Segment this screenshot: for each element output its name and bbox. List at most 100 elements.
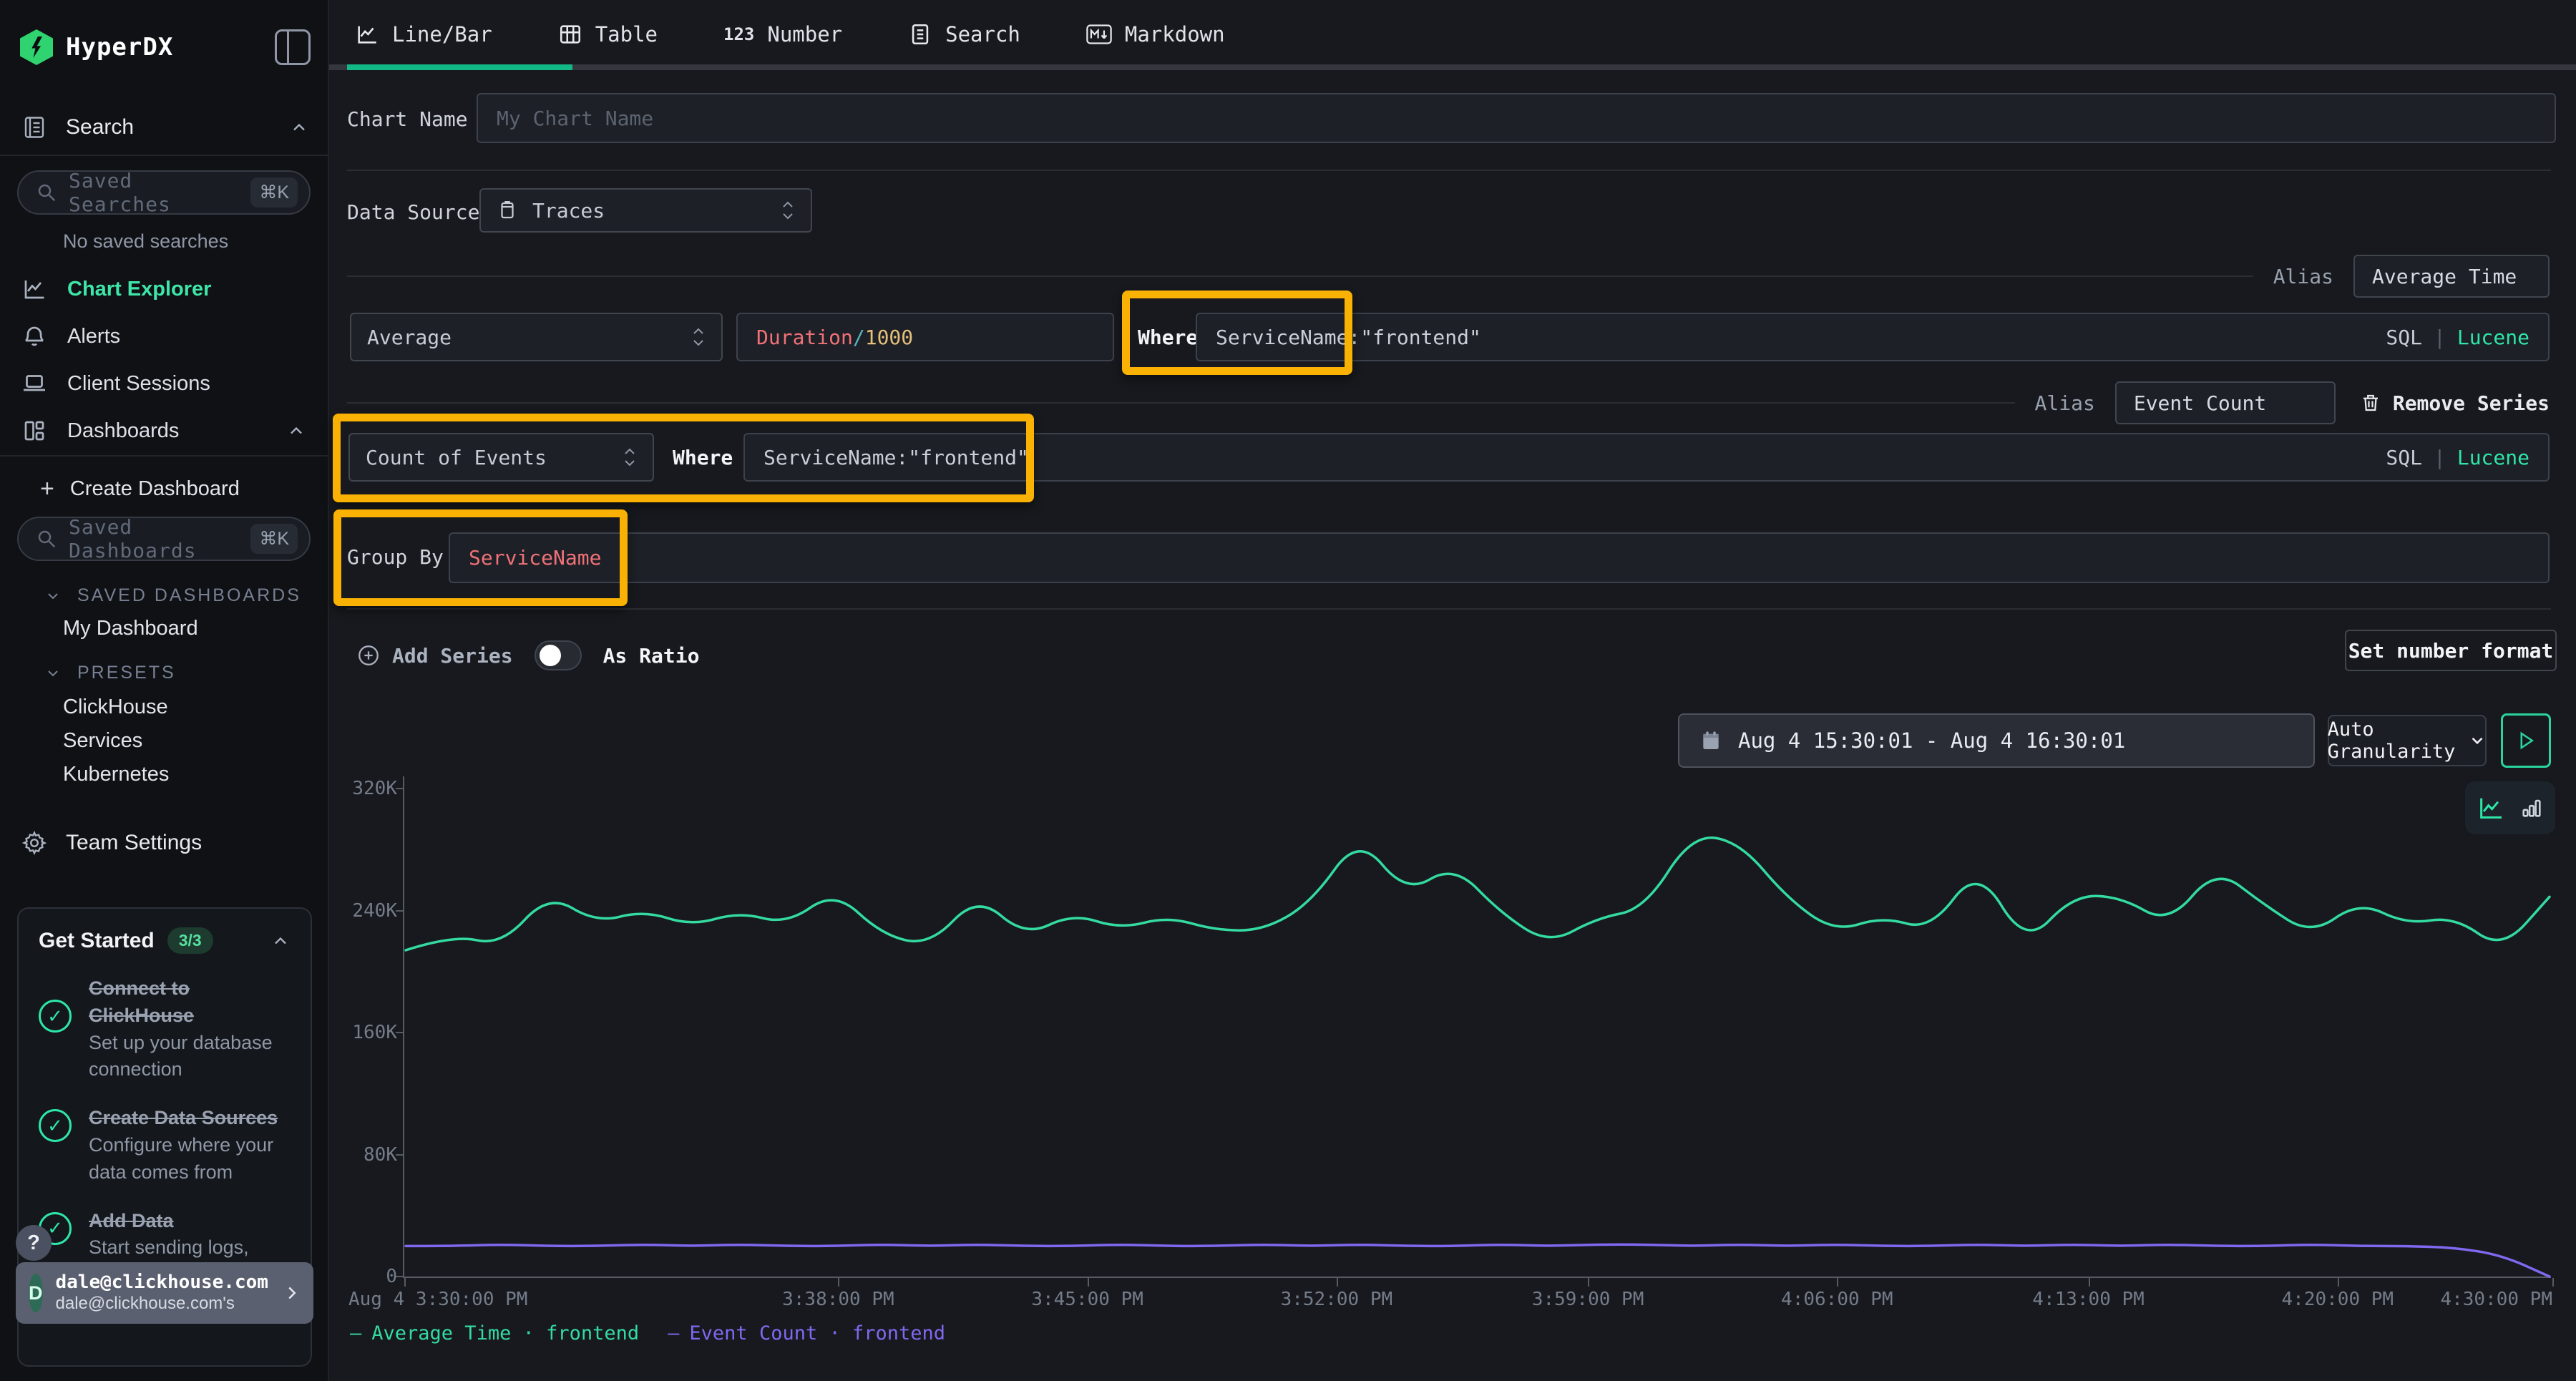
sidebar-item-dashboards[interactable]: Dashboards	[0, 408, 328, 454]
legend-label: Average Time · frontend	[371, 1322, 639, 1345]
get-started-item-sources[interactable]: ✓ Create Data Sources Configure where yo…	[39, 1105, 291, 1186]
x-axis-tick-label: 4:20:00 PM	[2282, 1289, 2394, 1310]
legend-item-0[interactable]: —Average Time · frontend	[350, 1322, 639, 1345]
chevron-up-icon[interactable]	[286, 421, 306, 441]
series1-alias-input[interactable]: Average Time	[2353, 255, 2550, 298]
shortcut-badge: ⌘K	[250, 524, 298, 554]
tab-underline-active	[347, 64, 572, 70]
divider	[0, 455, 328, 457]
calendar-icon	[1699, 729, 1722, 752]
dashboard-grid-icon	[21, 418, 47, 444]
query-language-toggle[interactable]: SQL | Lucene	[2386, 326, 2529, 349]
divider	[347, 402, 2015, 404]
create-dashboard-button[interactable]: + Create Dashboard	[40, 475, 240, 503]
x-axis-tick-label: 3:38:00 PM	[782, 1289, 894, 1310]
query-language-toggle[interactable]: SQL | Lucene	[2386, 446, 2529, 469]
lucene-option[interactable]: Lucene	[2457, 446, 2529, 469]
time-series-chart[interactable]: 080K160K240K320KAug 4 3:30:00 PM3:38:00 …	[403, 776, 2551, 1278]
remove-series-button[interactable]: Remove Series	[2360, 391, 2550, 415]
user-menu[interactable]: D dale@clickhouse.com dale@clickhouse.co…	[16, 1262, 313, 1324]
tab-markdown[interactable]: Markdown	[1086, 22, 1225, 47]
sidebar-item-alerts[interactable]: Alerts	[0, 313, 328, 359]
chevron-up-icon[interactable]	[289, 117, 309, 137]
run-query-button[interactable]	[2501, 713, 2551, 768]
x-axis-tick	[1337, 1278, 1338, 1287]
series2-alias-row: Alias Event Count Remove Series	[347, 381, 2550, 424]
saved-dashboards-input[interactable]: Saved Dashboards ⌘K	[17, 517, 311, 561]
granularity-select[interactable]: Auto Granularity	[2328, 715, 2487, 766]
series1-field-input[interactable]: Duration/1000	[736, 313, 1114, 361]
saved-dashboards-section-header[interactable]: SAVED DASHBOARDS	[44, 585, 301, 606]
divider	[347, 170, 2551, 171]
app-title: HyperDX	[66, 33, 173, 62]
chart-name-label: Chart Name	[347, 107, 468, 131]
presets-section-header[interactable]: PRESETS	[44, 663, 176, 683]
main-content: Line/Bar Table 123 Number Search Markdow…	[329, 0, 2576, 1381]
group-by-label: Group By	[347, 545, 444, 569]
markdown-icon	[1086, 24, 1112, 45]
series2-aggregation-select[interactable]: Count of Events	[348, 433, 654, 482]
search-icon	[36, 182, 57, 203]
line-chart-icon	[355, 22, 379, 47]
lucene-option[interactable]: Lucene	[2457, 326, 2529, 349]
series2-where-input[interactable]: ServiceName:"frontend" SQL | Lucene	[743, 433, 2550, 482]
select-chevrons-icon	[781, 200, 795, 220]
sidebar-item-chart-explorer[interactable]: Chart Explorer	[0, 266, 328, 312]
add-series-button[interactable]: Add Series	[356, 643, 513, 668]
alias-label: Alias	[2273, 265, 2333, 288]
search-panel-icon	[21, 114, 47, 140]
sidebar-section-search[interactable]: Search	[21, 114, 309, 140]
data-source-select[interactable]: Traces	[479, 188, 812, 233]
divider	[347, 608, 2551, 610]
sql-option[interactable]: SQL	[2386, 326, 2422, 349]
help-button[interactable]: ?	[16, 1225, 52, 1261]
search-icon	[36, 528, 57, 550]
sidebar-item-label: Chart Explorer	[67, 278, 211, 301]
sidebar-item-team-settings[interactable]: Team Settings	[21, 830, 309, 856]
legend-item-1[interactable]: —Event Count · frontend	[668, 1322, 945, 1345]
user-email: dale@clickhouse.com	[56, 1272, 268, 1294]
group-by-input[interactable]: ServiceName	[449, 532, 2550, 583]
series1-where-input[interactable]: ServiceName:"frontend" SQL | Lucene	[1196, 313, 2550, 361]
sidebar-collapse-icon[interactable]	[275, 29, 311, 65]
as-ratio-label: As Ratio	[603, 644, 700, 668]
alias-label: Alias	[2035, 391, 2095, 415]
tab-line-bar[interactable]: Line/Bar	[355, 22, 492, 47]
select-chevrons-icon	[623, 447, 637, 467]
x-axis-tick-label: 4:13:00 PM	[2032, 1289, 2145, 1310]
x-axis-tick-label: 4:30:00 PM	[2440, 1289, 2552, 1310]
tab-table[interactable]: Table	[558, 22, 658, 47]
saved-searches-input[interactable]: Saved Searches ⌘K	[17, 170, 311, 215]
y-axis-tick	[396, 1154, 403, 1156]
sidebar-item-clickhouse[interactable]: ClickHouse	[63, 696, 168, 719]
sql-option[interactable]: SQL	[2386, 446, 2422, 469]
chart-name-input[interactable]: My Chart Name	[477, 93, 2556, 143]
get-started-title: Get Started	[39, 929, 155, 953]
chart-canvas	[404, 776, 2552, 1278]
no-saved-searches-note: No saved searches	[63, 230, 228, 253]
get-started-item-connect[interactable]: ✓ Connect to ClickHouse Set up your data…	[39, 975, 291, 1083]
chevron-up-icon[interactable]	[270, 931, 291, 951]
sidebar-item-my-dashboard[interactable]: My Dashboard	[63, 617, 198, 640]
set-number-format-button[interactable]: Set number format	[2345, 630, 2557, 671]
create-dashboard-label: Create Dashboard	[70, 477, 240, 501]
x-axis-tick	[2338, 1278, 2339, 1287]
chevron-down-icon	[44, 665, 62, 682]
line-chart-icon	[21, 276, 47, 302]
logo-row: HyperDX	[20, 27, 311, 67]
sidebar-item-client-sessions[interactable]: Client Sessions	[0, 361, 328, 406]
series1-aggregation-select[interactable]: Average	[350, 313, 723, 361]
add-series-row: Add Series As Ratio	[356, 633, 699, 678]
chevron-right-icon	[281, 1282, 303, 1304]
sidebar-item-services[interactable]: Services	[63, 729, 142, 753]
tab-search[interactable]: Search	[908, 22, 1020, 47]
bell-icon	[21, 323, 47, 349]
series2-where-label: Where	[673, 446, 733, 469]
series2-alias-input[interactable]: Event Count	[2115, 381, 2336, 424]
as-ratio-toggle[interactable]	[535, 640, 582, 670]
date-range-input[interactable]: Aug 4 15:30:01 - Aug 4 16:30:01	[1678, 713, 2315, 768]
y-axis-tick-label: 160K	[352, 1022, 397, 1043]
sidebar-item-kubernetes[interactable]: Kubernetes	[63, 763, 169, 786]
tab-number[interactable]: 123 Number	[723, 22, 842, 47]
x-axis-tick	[838, 1278, 839, 1287]
